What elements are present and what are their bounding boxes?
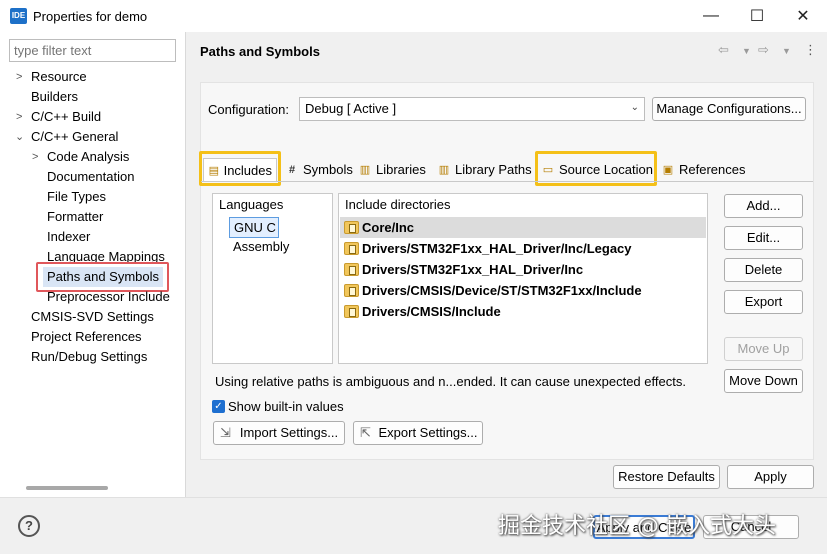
export-settings-button[interactable]: ⇱ Export Settings... [353,421,483,445]
tree-item-cpp-build[interactable]: C/C++ Build [31,107,101,127]
footer-separator [0,497,827,498]
menu-icon[interactable]: ⋮ [804,42,817,58]
list-item[interactable]: Drivers/CMSIS/Device/ST/STM32F1xx/Includ… [344,280,642,301]
show-builtin-checkbox[interactable]: ✓ [212,400,225,413]
expand-chevron-icon[interactable]: > [16,67,22,87]
tree-item-cpp-general[interactable]: C/C++ General [31,127,118,147]
tab-libraries[interactable]: ▥ Libraries [354,158,430,182]
restore-defaults-button[interactable]: Restore Defaults [613,465,720,489]
filter-input[interactable] [9,39,176,62]
close-button[interactable]: ✕ [780,0,826,32]
list-item[interactable]: Core/Inc [344,217,414,238]
tree-item-cmsis-svd-settings[interactable]: CMSIS-SVD Settings [31,307,154,327]
button-label: Import Settings... [239,425,339,440]
tree-item-builders[interactable]: Builders [31,87,78,107]
tab-symbols[interactable]: # Symbols [281,158,357,182]
tab-references[interactable]: ▣ References [657,158,749,182]
delete-button[interactable]: Delete [724,258,803,282]
add-button[interactable]: Add... [724,194,803,218]
minimize-button[interactable]: — [688,0,734,32]
include-folder-icon [344,284,359,297]
page-title: Paths and Symbols [200,44,320,59]
apply-button[interactable]: Apply [727,465,814,489]
include-folder-icon [344,242,359,255]
tab-label: Symbols [303,162,353,177]
tree-item-indexer[interactable]: Indexer [47,227,90,247]
manage-configurations-button[interactable]: Manage Configurations... [652,97,806,121]
tab-divider [201,181,813,182]
edit-button[interactable]: Edit... [724,226,803,250]
list-item[interactable]: Drivers/CMSIS/Include [344,301,501,322]
tab-label: References [679,162,746,177]
button-label: Export Settings... [378,425,478,440]
include-directories-header: Include directories [345,197,451,212]
library-paths-icon: ▥ [438,164,450,176]
configuration-value: Debug [ Active ] [305,101,397,116]
include-folder-icon [344,305,359,318]
configuration-select[interactable]: Debug [ Active ] ⌄ [299,97,645,121]
libraries-icon: ▥ [359,164,371,176]
tab-label: Library Paths [455,162,532,177]
include-path: Drivers/STM32F1xx_HAL_Driver/Inc [362,262,584,277]
move-up-button[interactable]: Move Up [724,337,803,361]
languages-header: Languages [219,197,284,212]
horizontal-scrollbar[interactable] [26,486,108,490]
tab-label: Libraries [376,162,426,177]
relative-paths-warning: Using relative paths is ambiguous and n.… [215,374,686,389]
import-settings-button[interactable]: ⇲ Import Settings... [213,421,345,445]
chevron-down-icon: ⌄ [630,102,639,113]
tree-item-formatter[interactable]: Formatter [47,207,103,227]
maximize-button[interactable]: ☐ [734,0,780,32]
language-item-assembly[interactable]: Assembly [233,239,289,254]
include-path: Drivers/STM32F1xx_HAL_Driver/Inc/Legacy [362,241,632,256]
include-path: Core/Inc [362,220,415,235]
tree-item-paths-and-symbols[interactable]: Paths and Symbols [43,267,164,287]
tree-item-project-references[interactable]: Project References [31,327,142,347]
include-folder-icon [344,263,359,276]
dropdown-icon[interactable]: ▼ [782,46,791,56]
export-icon: ⇱ [360,425,371,440]
references-icon: ▣ [662,164,674,176]
include-folder-icon [344,221,359,234]
hash-icon: # [288,164,296,176]
tree-item-code-analysis[interactable]: Code Analysis [47,147,129,167]
tab-library-paths[interactable]: ▥ Library Paths [433,158,536,182]
import-icon: ⇲ [220,425,231,440]
tree-item-resource[interactable]: Resource [31,67,87,87]
tree-item-preprocessor-include[interactable]: Preprocessor Include [47,287,170,307]
language-item-gnu-c[interactable]: GNU C [229,217,279,238]
ide-app-icon: IDE [10,8,27,24]
expand-chevron-icon[interactable]: > [16,107,22,127]
list-item[interactable]: Drivers/STM32F1xx_HAL_Driver/Inc/Legacy [344,238,632,259]
tree-item-run-debug-settings[interactable]: Run/Debug Settings [31,347,147,367]
include-path: Drivers/CMSIS/Device/ST/STM32F1xx/Includ… [362,283,642,298]
collapse-chevron-icon[interactable]: ⌄ [15,127,24,147]
back-arrow-icon[interactable]: ⇦ [718,42,729,58]
watermark-text: 掘金技术社区 @ 嵌入式大头 [498,514,776,539]
forward-arrow-icon[interactable]: ⇨ [758,42,769,58]
move-down-button[interactable]: Move Down [724,369,803,393]
tree-item-file-types[interactable]: File Types [47,187,106,207]
window-title: Properties for demo [33,9,148,24]
expand-chevron-icon[interactable]: > [32,147,38,167]
include-path: Drivers/CMSIS/Include [362,304,501,319]
dropdown-icon[interactable]: ▼ [742,46,751,56]
configuration-label: Configuration: [208,102,289,117]
export-button[interactable]: Export [724,290,803,314]
help-icon[interactable]: ? [18,515,40,537]
list-item[interactable]: Drivers/STM32F1xx_HAL_Driver/Inc [344,259,583,280]
show-builtin-label: Show built-in values [228,399,344,414]
tree-item-documentation[interactable]: Documentation [47,167,134,187]
